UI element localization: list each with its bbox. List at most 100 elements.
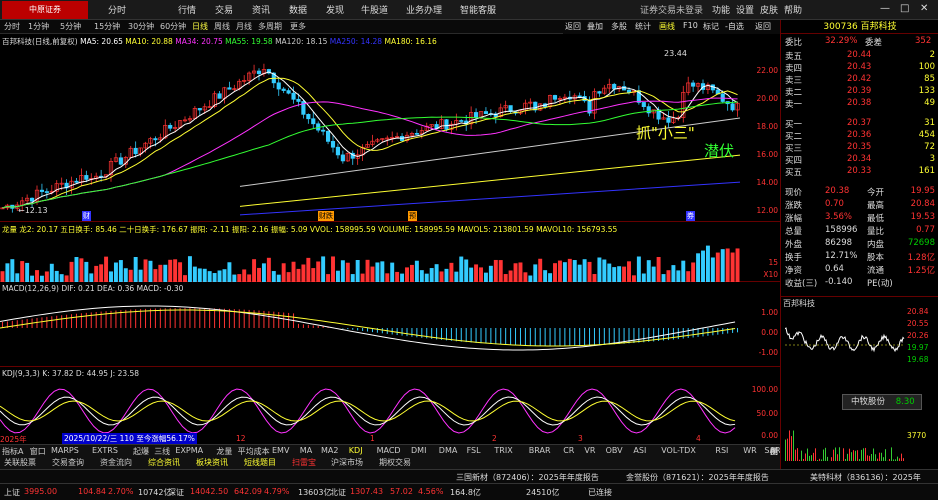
ask-row[interactable]: 卖四 20.43 100 (781, 62, 938, 74)
kline-chart[interactable]: 百邦科技(日线,前复权) MA5: 20.65 MA10: 20.88 MA34… (0, 34, 780, 222)
menu-item-jiaoyi[interactable]: 交易 (215, 3, 233, 16)
draw-line-button[interactable]: 画线 (659, 21, 675, 32)
indicator-tab[interactable]: CR (563, 446, 574, 455)
overlay-button[interactable]: 叠加 (587, 21, 603, 32)
ask-row[interactable]: 卖三 20.42 85 (781, 74, 938, 86)
ask-row[interactable]: 卖二 20.39 133 (781, 86, 938, 98)
info-tab[interactable]: 关联股票 (4, 457, 36, 468)
indicator-tab[interactable]: TRIX (494, 446, 512, 455)
intraday-mini-chart[interactable]: 百邦科技 20.84 20.55 20.26 19.97 19.68 3770 (781, 296, 938, 469)
stat-value: 20.84 (910, 199, 935, 209)
back-button[interactable]: 返回 (565, 21, 581, 32)
indicator-tab[interactable]: OBV (606, 446, 623, 455)
menu-item-gongneng[interactable]: 功能 (712, 3, 730, 16)
period-fenshi[interactable]: 分时 (4, 21, 20, 32)
mini-volume-bar (823, 449, 824, 461)
news-item[interactable]: 金誉股份（871621）：2025年年度报告 (626, 472, 769, 483)
period-1min[interactable]: 1分钟 (28, 21, 49, 32)
indicator-tab[interactable]: MA2 (321, 446, 338, 455)
volume-bar (720, 249, 725, 282)
menu-item-kefu[interactable]: 智能客服 (460, 3, 496, 16)
info-tab[interactable]: 资金流向 (100, 457, 132, 468)
maximize-icon[interactable]: □ (900, 3, 909, 14)
period-daily[interactable]: 日线 (192, 21, 208, 32)
menu-item-yewu[interactable]: 业务办理 (406, 3, 442, 16)
menu-item-faxian[interactable]: 发现 (326, 3, 344, 16)
info-tab[interactable]: 交易查询 (52, 457, 84, 468)
bid-row[interactable]: 买一 20.37 31 (781, 118, 938, 130)
menu-item-fenshi[interactable]: 分时 (108, 3, 126, 16)
event-marker[interactable]: 预 (408, 211, 417, 221)
menu-item-pifu[interactable]: 皮肤 (760, 3, 778, 16)
ma10-line (2, 77, 738, 209)
volume-bar (454, 271, 459, 282)
indicator-tab[interactable]: EMV (272, 446, 289, 455)
menu-item-zixun[interactable]: 资讯 (252, 3, 270, 16)
period-monthly[interactable]: 月线 (236, 21, 252, 32)
period-multi[interactable]: 多周期 (258, 21, 282, 32)
mini-volume-bar (793, 430, 794, 461)
indicator-tab[interactable]: VR (584, 446, 595, 455)
indicator-tab[interactable]: EXPMA (175, 446, 203, 455)
info-tab[interactable]: 期权交易 (379, 457, 411, 468)
self-select-button[interactable]: -自选 (725, 21, 744, 32)
period-weekly[interactable]: 周线 (214, 21, 230, 32)
indicator-tab[interactable]: DMI (411, 446, 426, 455)
info-tab[interactable]: 沪深市场 (331, 457, 363, 468)
indicator-tab[interactable]: MARPS (51, 446, 79, 455)
menu-item-shuju[interactable]: 数据 (289, 3, 307, 16)
period-15min[interactable]: 15分钟 (94, 21, 120, 32)
news-item[interactable]: 三国新材（872406）：2025年年度报告 (456, 472, 599, 483)
indicator-tab[interactable]: EXTRS (92, 446, 118, 455)
macd-panel[interactable]: MACD(12,26,9) DIF: 0.21 DEA: 0.36 MACD: … (0, 282, 780, 367)
indicator-tab[interactable]: MA (300, 446, 312, 455)
index-name[interactable]: 深证 (168, 487, 184, 498)
period-60min[interactable]: 60分钟 (160, 21, 186, 32)
index-name[interactable]: 上证 (4, 487, 20, 498)
index-name[interactable]: 北证 (330, 487, 346, 498)
menu-item-bangzhu[interactable]: 帮助 (784, 3, 802, 16)
multi-stock-button[interactable]: 多股 (611, 21, 627, 32)
stock-popup[interactable]: 中牧股份 8.30 (842, 394, 922, 410)
news-item[interactable]: 美特科材（836136）：2025年 (810, 472, 921, 483)
bid-row[interactable]: 买四 20.34 3 (781, 154, 938, 166)
menu-item-shezhi[interactable]: 设置 (736, 3, 754, 16)
bid-row[interactable]: 买三 20.35 72 (781, 142, 938, 154)
close-icon[interactable]: ✕ (920, 3, 928, 14)
menu-item-hangqing[interactable]: 行情 (178, 3, 196, 16)
login-notice[interactable]: 证券交易未登录 (640, 3, 703, 16)
ask-row[interactable]: 卖一 20.38 49 (781, 98, 938, 110)
indicator-tab[interactable]: ASI (633, 446, 646, 455)
indicator-tab[interactable]: RSI (715, 446, 728, 455)
period-30min[interactable]: 30分钟 (128, 21, 154, 32)
bid-row[interactable]: 买五 20.33 161 (781, 166, 938, 178)
kdj-panel[interactable]: KDJ(9,3,3) K: 37.82 D: 44.95 J: 23.58 10… (0, 367, 780, 444)
indicator-tab[interactable]: DMA (439, 446, 458, 455)
f10-button[interactable]: F10 (683, 21, 698, 30)
indicator-tab[interactable]: WR (743, 446, 756, 455)
stock-code-title[interactable]: 300736 百邦科技 (781, 20, 938, 34)
info-tab[interactable]: 板块资讯 (196, 457, 228, 468)
ask-row[interactable]: 卖五 20.44 2 (781, 50, 938, 62)
info-tab[interactable]: 短线题目 (244, 457, 276, 468)
indicator-tabs: 指标A 窗口 MARPS EXTRS 起爆 三线 EXPMA 龙量 平均成本 EMV MA MA2 KD… (0, 444, 785, 488)
indicator-tab[interactable]: MACD (377, 446, 401, 455)
mark-button[interactable]: 标记 (703, 21, 719, 32)
indicator-tab[interactable]: BRAR (529, 446, 551, 455)
period-5min[interactable]: 5分钟 (60, 21, 81, 32)
menu-item-niugudao[interactable]: 牛股道 (361, 3, 388, 16)
bid-row[interactable]: 买二 20.36 454 (781, 130, 938, 142)
period-more[interactable]: 更多 (290, 21, 306, 32)
event-marker[interactable]: 财 (82, 211, 91, 221)
stats-button[interactable]: 统计 (635, 21, 651, 32)
indicator-tab[interactable]: FSL (467, 446, 481, 455)
event-marker[interactable]: 券 (686, 211, 695, 221)
info-tab[interactable]: 综合资讯 (148, 457, 180, 468)
info-tab[interactable]: 扫雷宝 (292, 457, 316, 468)
minimize-icon[interactable]: — (880, 3, 890, 14)
volume-panel[interactable]: 龙量 龙2: 20.17 五日换手: 85.46 二十日换手: 176.67 振… (0, 222, 780, 282)
indicator-tab[interactable]: VOL-TDX (661, 446, 696, 455)
indicator-tab[interactable]: KDJ (349, 446, 363, 455)
return-button[interactable]: 返回 (755, 21, 771, 32)
event-marker[interactable]: 财跌 (318, 211, 334, 221)
